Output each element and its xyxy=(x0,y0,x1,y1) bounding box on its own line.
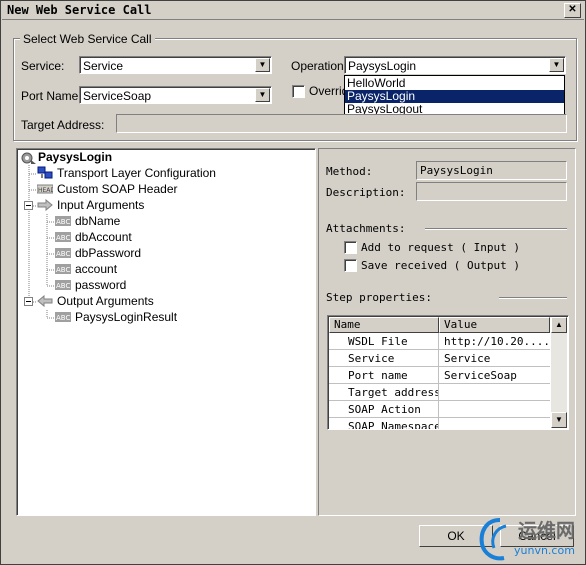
grid-cell-name[interactable]: Service xyxy=(329,350,439,367)
grid-cell-name[interactable]: Port name xyxy=(329,367,439,384)
port-value: ServiceSoap xyxy=(83,89,152,103)
tree-item[interactable]: dbPassword xyxy=(75,245,141,261)
grid-cell-value[interactable]: Service xyxy=(439,350,550,367)
svg-text:ABC: ABC xyxy=(56,266,70,274)
title-bar: New Web Service Call ✕ xyxy=(2,2,584,20)
chevron-down-icon[interactable]: ▼ xyxy=(549,58,564,72)
tree-item[interactable]: Transport Layer Configuration xyxy=(57,165,216,181)
svg-text:HEAD: HEAD xyxy=(38,187,53,194)
abc-icon: ABC xyxy=(55,280,71,290)
properties-grid[interactable]: Name Value WSDL File http://10.20.... Se… xyxy=(327,315,569,430)
grid-cell-value[interactable]: ServiceSoap xyxy=(439,367,550,384)
abc-icon: ABC xyxy=(55,232,71,242)
grid-cell-value[interactable]: http://10.20.... xyxy=(439,333,550,350)
tree-item[interactable]: Output Arguments xyxy=(57,293,154,309)
service-value: Service xyxy=(83,59,124,73)
save-received-label: Save received ( Output ) xyxy=(361,259,520,272)
grid-header-name[interactable]: Name xyxy=(329,317,439,333)
operation-value: PaysysLogin xyxy=(348,59,417,73)
save-received-checkbox[interactable] xyxy=(344,259,357,272)
svg-text:ABC: ABC xyxy=(56,250,70,258)
gear-icon xyxy=(21,152,36,164)
service-select[interactable]: Service ▼ xyxy=(79,56,272,74)
grid-header-value[interactable]: Value xyxy=(439,317,550,333)
override-checkbox[interactable] xyxy=(292,85,305,98)
grid-cell-value[interactable] xyxy=(439,418,550,429)
tree-item[interactable]: Input Arguments xyxy=(57,197,144,213)
grid-cell-name[interactable]: WSDL File xyxy=(329,333,439,350)
grid-cell-name[interactable]: SOAP Action xyxy=(329,401,439,418)
tree-root-item[interactable]: PaysysLogin xyxy=(38,149,112,165)
tree-item[interactable]: dbAccount xyxy=(75,229,132,245)
tree-item[interactable]: account xyxy=(75,261,117,277)
head-icon: HEAD xyxy=(37,184,53,194)
tree-item[interactable]: Custom SOAP Header xyxy=(57,181,178,197)
description-field xyxy=(416,182,567,201)
arrow-right-icon xyxy=(37,199,53,212)
abc-icon: ABC xyxy=(55,264,71,274)
scroll-down-icon[interactable]: ▼ xyxy=(551,412,567,428)
port-select[interactable]: ServiceSoap ▼ xyxy=(79,86,272,104)
group-title: Select Web Service Call xyxy=(20,32,155,46)
grid-cell-name[interactable]: SOAP Namespace xyxy=(329,418,439,429)
separator-line xyxy=(499,297,567,299)
watermark-url: yunvn.com xyxy=(514,544,575,557)
svg-text:ABC: ABC xyxy=(56,282,70,290)
watermark-logo: 运维网 yunvn.com xyxy=(478,516,584,564)
target-address-label: Target Address: xyxy=(21,118,105,132)
operation-select[interactable]: PaysysLogin ▼ xyxy=(344,56,566,74)
chevron-down-icon[interactable]: ▼ xyxy=(255,58,270,72)
attachments-label: Attachments: xyxy=(326,222,406,235)
network-icon xyxy=(37,166,53,179)
step-properties-label: Step properties: xyxy=(326,291,432,304)
operation-label: Operation: xyxy=(291,59,348,73)
watermark-text: 运维网 xyxy=(518,520,576,542)
chevron-down-icon[interactable]: ▼ xyxy=(255,88,270,102)
abc-icon: ABC xyxy=(55,216,71,226)
method-label: Method: xyxy=(326,165,373,178)
service-label: Service: xyxy=(21,59,65,73)
add-to-request-label: Add to request ( Input ) xyxy=(361,241,520,254)
window-title: New Web Service Call xyxy=(7,3,152,17)
tree-item[interactable]: dbName xyxy=(75,213,120,229)
tree-item[interactable]: password xyxy=(75,277,126,293)
svg-text:ABC: ABC xyxy=(56,234,70,242)
method-field: PaysysLogin xyxy=(416,161,567,180)
add-to-request-checkbox[interactable] xyxy=(344,241,357,254)
tree-view[interactable]: PaysysLogin Transport Layer Configuratio… xyxy=(16,148,316,516)
close-button[interactable]: ✕ xyxy=(564,3,581,18)
arrow-left-icon xyxy=(37,295,53,308)
tree-item[interactable]: PaysysLoginResult xyxy=(75,309,177,325)
port-label: Port Name: xyxy=(21,89,82,103)
grid-cell-value[interactable] xyxy=(439,384,550,401)
grid-cell-value[interactable] xyxy=(439,401,550,418)
abc-icon: ABC xyxy=(55,248,71,258)
svg-text:ABC: ABC xyxy=(56,314,70,322)
description-label: Description: xyxy=(326,186,406,199)
abc-icon: ABC xyxy=(55,312,71,322)
grid-cell-name[interactable]: Target address xyxy=(329,384,439,401)
grid-scrollbar[interactable]: ▲ ▼ xyxy=(551,317,567,428)
operation-dropdown-list: HelloWorld PaysysLogin PaysysLogout xyxy=(344,75,565,117)
target-address-field xyxy=(116,114,567,133)
svg-text:ABC: ABC xyxy=(56,218,70,226)
scroll-up-icon[interactable]: ▲ xyxy=(551,317,567,333)
separator-line xyxy=(425,228,567,230)
override-label: Overrid xyxy=(309,84,349,98)
